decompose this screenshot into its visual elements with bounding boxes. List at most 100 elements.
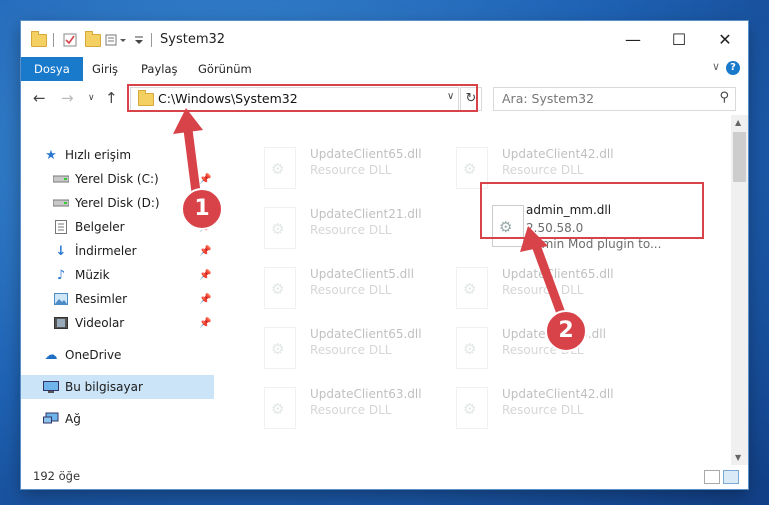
sidebar-item-network[interactable]: Ağ [21,407,214,431]
close-button[interactable]: ✕ [702,21,748,57]
sidebar-item-videos[interactable]: Videolar 📌 [21,311,214,335]
drive-icon [53,196,69,210]
search-icon[interactable]: ⚲ [719,90,729,105]
back-arrow-icon[interactable]: ← [33,89,46,107]
recent-locations-icon[interactable]: ∨ [88,93,95,103]
customize-toolbar-icon[interactable] [105,32,127,48]
file-item[interactable]: UpdateClient65.dll Resource DLL [448,261,668,317]
file-type: Resource DLL [310,403,392,417]
pin-icon[interactable]: 📌 [199,270,211,281]
file-name: UpdateClient63.dll [310,387,422,401]
search-box[interactable]: Ara: System32 ⚲ [493,87,736,111]
file-highlight-frame [480,182,704,239]
sidebar-item-label: Ağ [65,412,81,426]
file-name: UpdateClient21.dll [310,207,422,221]
sidebar-item-label: Hızlı erişim [65,148,132,162]
properties-icon[interactable] [63,32,77,48]
pin-icon[interactable]: 📌 [199,318,211,329]
sidebar-item-label: Yerel Disk (C:) [75,172,159,186]
file-item[interactable]: UpdateClient65.dll Resource DLL [256,141,476,197]
sidebar-item-label: Müzik [75,268,110,282]
dll-file-icon [264,327,296,369]
tab-gorunum[interactable]: Görünüm [198,57,252,81]
up-arrow-icon[interactable]: ↑ [105,89,118,107]
dll-file-icon [264,267,296,309]
file-type: Resource DLL [502,283,584,297]
file-name: UpdateClient42.dll [502,147,614,161]
callout-badge-2: 2 [545,310,587,352]
file-type: Resource DLL [310,223,392,237]
sidebar-item-label: Bu bilgisayar [65,380,143,394]
scroll-down-icon[interactable]: ▼ [735,453,741,462]
computer-icon [43,380,59,394]
dll-file-icon [264,207,296,249]
large-icons-view-icon[interactable] [723,470,739,484]
sidebar-item-downloads[interactable]: ↓ İndirmeler 📌 [21,239,214,263]
dll-file-icon [456,267,488,309]
sidebar-item-onedrive[interactable]: ☁ OneDrive [21,343,214,367]
toolbar-dropdown-icon[interactable] [134,32,144,48]
status-bar: 192 öğe [21,465,748,489]
cloud-icon: ☁ [44,347,58,363]
file-list: UpdateClient65.dll Resource DLL UpdateCl… [234,115,731,465]
file-item[interactable]: UpdateClient5.dll Resource DLL [256,261,476,317]
file-item[interactable]: UpdateClient63.dll Resource DLL [256,381,476,437]
video-icon [53,316,69,330]
callout-badge-1: 1 [181,188,223,230]
star-icon: ★ [45,147,57,163]
sidebar-item-this-pc[interactable]: Bu bilgisayar [21,375,214,399]
file-name: UpdateClient42.dll [502,387,614,401]
minimize-button[interactable]: — [610,21,656,57]
file-type: Resource DLL [502,403,584,417]
file-type: Resource DLL [310,283,392,297]
toolbar-separator [53,32,54,48]
title-separator [151,32,152,48]
file-name: UpdateClient65.dll [502,267,614,281]
sidebar-item-label: Resimler [75,292,128,306]
scroll-thumb[interactable] [733,132,746,182]
forward-arrow-icon[interactable]: → [61,89,74,107]
pin-icon[interactable]: 📌 [199,174,211,185]
window-title: System32 [160,32,226,47]
address-highlight-frame [127,84,478,112]
new-folder-icon[interactable] [85,30,101,48]
scroll-up-icon[interactable]: ▲ [735,118,741,127]
download-icon: ↓ [55,243,67,259]
maximize-button[interactable]: ☐ [656,21,702,57]
file-name: UpdateClient65.dll [310,147,422,161]
pin-icon[interactable]: 📌 [199,246,211,257]
ribbon-expand-icon[interactable]: ∨ [712,60,720,73]
quick-access-folder-icon[interactable] [31,30,47,48]
navigation-bar: ← → ∨ ↑ C:\Windows\System32 ∨ ↻ Ara: Sys… [21,81,748,115]
tab-paylas[interactable]: Paylaş [141,57,178,81]
sidebar-item-disk-c[interactable]: Yerel Disk (C:) 📌 [21,167,214,191]
details-view-icon[interactable] [704,470,720,484]
pin-icon[interactable]: 📌 [199,294,211,305]
music-icon: ♪ [56,267,66,283]
sidebar-item-quick-access[interactable]: ★ Hızlı erişim [21,143,214,167]
sidebar-item-music[interactable]: ♪ Müzik 📌 [21,263,214,287]
file-item[interactable]: UpdateClient21.dll Resource DLL [256,201,476,257]
sidebar-item-label: OneDrive [65,348,122,362]
dll-file-icon [264,147,296,189]
item-count: 192 öğe [33,469,81,483]
explorer-window: System32 — ☐ ✕ Dosya Giriş Paylaş Görünü… [21,21,748,489]
sidebar-item-label: Yerel Disk (D:) [75,196,160,210]
ribbon-tabs: Dosya Giriş Paylaş Görünüm ∨ ? [21,57,748,81]
file-type: Resource DLL [310,163,392,177]
file-description: Admin Mod plugin to... [526,237,662,251]
file-item[interactable]: UpdateClient65.dll Resource DLL [256,321,476,377]
search-input[interactable]: Ara: System32 [502,91,594,106]
file-type: Resource DLL [502,163,584,177]
sidebar-item-pictures[interactable]: Resimler 📌 [21,287,214,311]
file-type: Resource DLL [310,343,392,357]
tab-giris[interactable]: Giriş [92,57,118,81]
tab-dosya[interactable]: Dosya [21,57,83,81]
file-item[interactable]: UpdateClient42.dll Resource DLL [448,381,668,437]
network-icon [43,412,59,426]
vertical-scrollbar[interactable]: ▲ ▼ [731,115,748,465]
picture-icon [53,292,69,306]
sidebar-item-label: İndirmeler [75,244,137,258]
file-name: UpdateClient65.dll [310,327,422,341]
help-icon[interactable]: ? [726,61,740,75]
